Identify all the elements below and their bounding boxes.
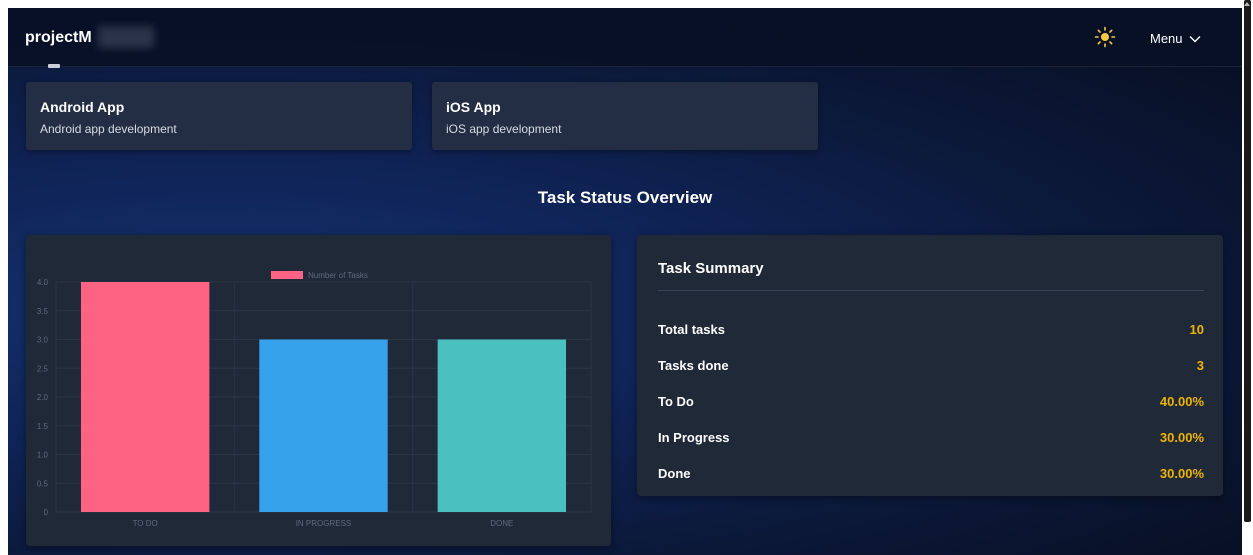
- summary-label: To Do: [658, 394, 694, 409]
- menu-label: Menu: [1150, 30, 1183, 46]
- y-tick-label: 3.0: [37, 336, 49, 345]
- summary-value: 30.00%: [1159, 466, 1204, 481]
- summary-label: Done: [658, 466, 691, 481]
- task-status-chart-card: 0 0.5 1.0 1.5 2.0 2.5 3.0 3.5 4.0 TO DO IN PROGRES…: [26, 235, 611, 546]
- summary-row-total-tasks: Total tasks 10: [658, 322, 1204, 342]
- summary-row-to-do: To Do 40.00%: [658, 394, 1204, 414]
- y-tick-label: 1.5: [37, 422, 49, 431]
- y-tick-label: 1.0: [37, 451, 49, 460]
- summary-title: Task Summary: [658, 260, 764, 277]
- project-description: Android app development: [40, 122, 177, 136]
- menu-dropdown-button[interactable]: Menu: [1150, 28, 1201, 48]
- summary-label: In Progress: [658, 430, 730, 445]
- chevron-down-icon: [1189, 31, 1201, 46]
- task-status-bar-chart: 0 0.5 1.0 1.5 2.0 2.5 3.0 3.5 4.0 TO DO IN PROGRES…: [37, 271, 592, 528]
- y-tick-label: 2.0: [37, 393, 49, 402]
- app-window: projectM Menu Android App Android app de…: [8, 8, 1242, 555]
- y-tick-label: 4.0: [37, 278, 49, 287]
- section-title: Task Status Overview: [537, 188, 713, 207]
- summary-divider: [658, 290, 1204, 291]
- summary-row-in-progress: In Progress 30.00%: [658, 430, 1204, 450]
- project-title: iOS App: [446, 99, 501, 115]
- scroll-up-arrow-icon[interactable]: [1244, 2, 1250, 6]
- app-logo[interactable]: projectM: [25, 29, 92, 47]
- summary-label: Total tasks: [658, 322, 725, 337]
- x-tick-label: DONE: [490, 519, 513, 528]
- summary-value: 10: [1189, 322, 1204, 337]
- project-description: iOS app development: [446, 122, 562, 136]
- x-tick-label: TO DO: [133, 519, 158, 528]
- project-card-ios[interactable]: iOS App iOS app development: [432, 82, 818, 150]
- summary-row-done: Done 30.00%: [658, 466, 1204, 486]
- blurred-username: [98, 26, 154, 48]
- y-tick-label: 0: [44, 508, 49, 517]
- sun-icon[interactable]: [1094, 26, 1116, 48]
- summary-row-tasks-done: Tasks done 3: [658, 358, 1204, 378]
- y-tick-label: 0.5: [37, 479, 49, 488]
- y-tick-label: 2.5: [37, 364, 49, 373]
- top-navbar: projectM Menu: [8, 8, 1242, 67]
- summary-value: 40.00%: [1159, 394, 1204, 409]
- legend-label: Number of Tasks: [308, 271, 368, 280]
- bar-to-do: [80, 282, 210, 512]
- legend-swatch: [271, 271, 303, 279]
- clipped-heading-fragment: [48, 64, 60, 68]
- summary-label: Tasks done: [658, 358, 729, 373]
- scrollbar-thumb[interactable]: [1244, 0, 1251, 522]
- bar-done: [437, 339, 567, 512]
- summary-value: 3: [1196, 358, 1204, 373]
- y-tick-label: 3.5: [37, 307, 49, 316]
- bar-in-progress: [259, 339, 388, 512]
- summary-value: 30.00%: [1159, 430, 1204, 445]
- x-tick-label: IN PROGRESS: [296, 519, 352, 528]
- task-summary-card: Task Summary Total tasks 10 Tasks done 3…: [637, 235, 1223, 496]
- project-card-android[interactable]: Android App Android app development: [26, 82, 412, 150]
- project-title: Android App: [40, 99, 125, 115]
